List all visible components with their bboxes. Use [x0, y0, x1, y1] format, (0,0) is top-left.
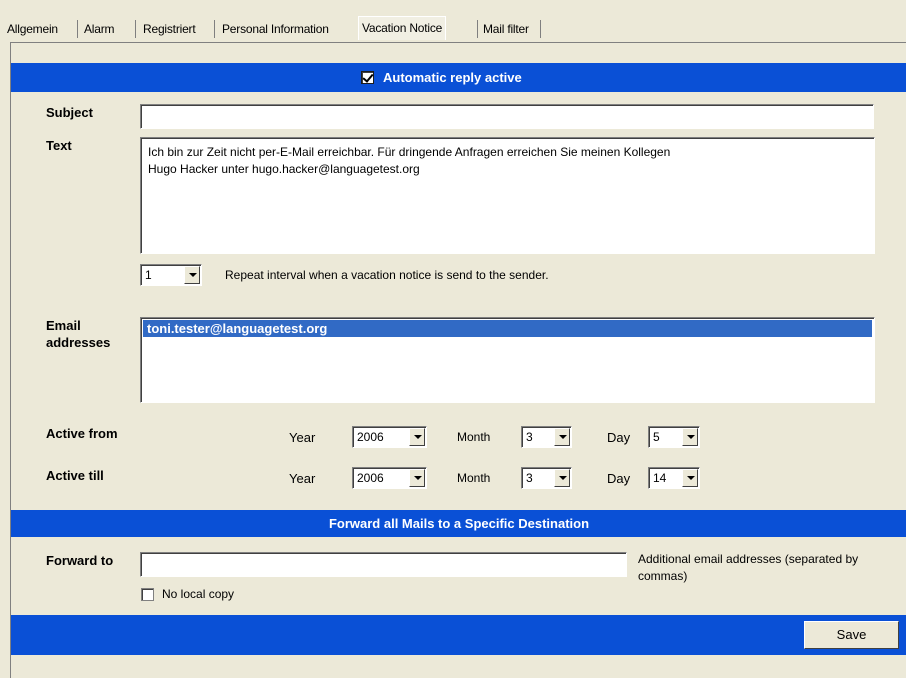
- text-area[interactable]: Ich bin zur Zeit nicht per-E-Mail erreic…: [140, 137, 875, 254]
- chevron-down-icon[interactable]: [682, 428, 698, 446]
- auto-reply-checkbox[interactable]: [361, 71, 374, 84]
- text-label: Text: [46, 138, 72, 153]
- chevron-down-icon[interactable]: [554, 428, 570, 446]
- no-local-copy-checkbox[interactable]: [141, 588, 154, 601]
- text-area-content: Ich bin zur Zeit nicht per-E-Mail erreic…: [148, 145, 671, 176]
- forward-to-label: Forward to: [46, 553, 114, 568]
- active-from-label: Active from: [46, 426, 118, 441]
- active-from-year-select[interactable]: 2006: [352, 426, 427, 448]
- forward-section-bar: Forward all Mails to a Specific Destinat…: [11, 510, 906, 537]
- active-till-day-label: Day: [607, 471, 631, 486]
- chevron-down-icon[interactable]: [409, 469, 425, 487]
- active-from-year-value: 2006: [357, 430, 384, 444]
- tab-personal-information[interactable]: Personal Information: [219, 19, 332, 39]
- active-till-year-value: 2006: [357, 471, 384, 485]
- save-bar: Save: [11, 615, 906, 655]
- tab-vacation-notice[interactable]: Vacation Notice: [358, 16, 447, 40]
- active-from-month-select[interactable]: 3: [521, 426, 572, 448]
- list-item[interactable]: toni.tester@languagetest.org: [143, 320, 872, 337]
- tab-separator: [477, 20, 478, 38]
- active-from-day-label: Day: [607, 430, 631, 445]
- active-till-day-select[interactable]: 14: [648, 467, 700, 489]
- active-till-month-value: 3: [526, 471, 533, 485]
- email-addresses-list[interactable]: toni.tester@languagetest.org: [140, 317, 875, 403]
- tab-strip: Allgemein Alarm Registriert Personal Inf…: [0, 0, 906, 42]
- repeat-interval-text: Repeat interval when a vacation notice i…: [225, 268, 549, 282]
- active-till-label: Active till: [46, 468, 104, 483]
- active-from-month-label: Month: [457, 430, 491, 444]
- additional-addresses-hint: Additional email addresses (separated by…: [638, 552, 859, 583]
- tab-separator: [214, 20, 215, 38]
- save-button[interactable]: Save: [804, 621, 899, 649]
- auto-reply-label: Automatic reply active: [383, 70, 522, 85]
- vacation-notice-panel: Automatic reply active Subject Text Ich …: [10, 42, 906, 678]
- auto-reply-bar: Automatic reply active: [11, 63, 906, 92]
- subject-input[interactable]: [140, 104, 874, 129]
- chevron-down-icon[interactable]: [682, 469, 698, 487]
- chevron-down-icon[interactable]: [554, 469, 570, 487]
- chevron-down-icon[interactable]: [409, 428, 425, 446]
- repeat-interval-value: 1: [145, 268, 152, 282]
- tab-separator: [135, 20, 136, 38]
- active-from-day-select[interactable]: 5: [648, 426, 700, 448]
- active-till-year-label: Year: [289, 471, 316, 486]
- tab-separator: [540, 20, 541, 38]
- active-from-year-label: Year: [289, 430, 316, 445]
- active-till-day-value: 14: [653, 471, 667, 485]
- tab-separator: [77, 20, 78, 38]
- no-local-copy-label: No local copy: [162, 587, 235, 601]
- subject-label: Subject: [46, 105, 93, 120]
- repeat-interval-select[interactable]: 1: [140, 264, 202, 286]
- active-till-month-select[interactable]: 3: [521, 467, 572, 489]
- active-till-year-select[interactable]: 2006: [352, 467, 427, 489]
- email-addresses-label: Email addresses: [46, 318, 111, 350]
- tab-allgemein[interactable]: Allgemein: [4, 19, 61, 39]
- forward-section-title: Forward all Mails to a Specific Destinat…: [328, 516, 590, 531]
- tab-registriert[interactable]: Registriert: [140, 19, 198, 39]
- tab-mail-filter[interactable]: Mail filter: [480, 19, 532, 39]
- forward-to-input[interactable]: [140, 552, 627, 577]
- tab-alarm[interactable]: Alarm: [81, 19, 117, 39]
- chevron-down-icon[interactable]: [184, 266, 200, 284]
- active-from-day-value: 5: [653, 430, 660, 444]
- active-till-month-label: Month: [457, 471, 491, 485]
- active-from-month-value: 3: [526, 430, 533, 444]
